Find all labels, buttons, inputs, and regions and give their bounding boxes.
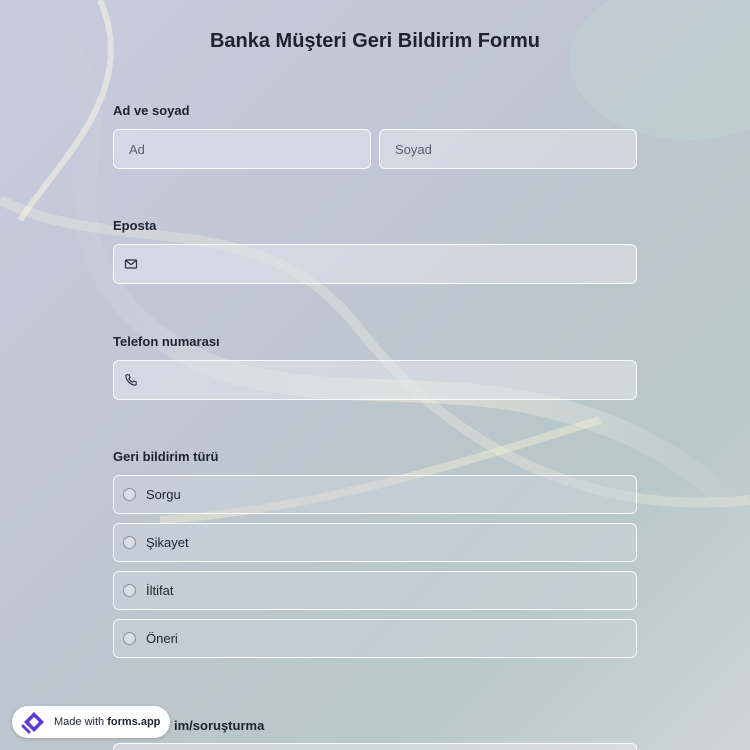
feedback-option-oneri[interactable]: Öneri [113,619,637,658]
made-with-badge[interactable]: Made with forms.app [12,706,170,738]
next-section-label: im/soruşturma [174,718,265,733]
mail-icon [124,257,138,271]
radio-button[interactable] [123,536,136,549]
option-label: Şikayet [146,535,189,550]
feedback-option-sikayet[interactable]: Şikayet [113,523,637,562]
phone-icon [124,373,138,387]
name-label: Ad ve soyad [113,103,190,118]
first-name-placeholder: Ad [129,141,145,157]
phone-input[interactable] [113,360,637,400]
radio-button[interactable] [123,488,136,501]
forms-app-logo-icon [20,710,50,734]
last-name-input[interactable]: Soyad [379,129,637,169]
last-name-placeholder: Soyad [395,141,432,157]
feedback-type-label: Geri bildirim türü [113,449,219,464]
form-title: Banka Müşteri Geri Bildirim Formu [209,30,541,52]
option-label: Öneri [146,631,178,646]
first-name-input[interactable]: Ad [113,129,371,169]
badge-brand: forms.app [107,716,161,728]
option-label: İltifat [146,583,174,598]
feedback-option-iltifat[interactable]: İltifat [113,571,637,610]
feedback-option-sorgu[interactable]: Sorgu [113,475,637,514]
radio-button[interactable] [123,632,136,645]
email-input[interactable] [113,244,637,284]
option-label: Sorgu [146,487,181,502]
email-label: Eposta [113,218,157,233]
radio-button[interactable] [123,584,136,597]
next-section-input[interactable] [113,743,637,750]
badge-prefix: Made with [54,716,108,728]
phone-label: Telefon numarası [113,334,220,349]
